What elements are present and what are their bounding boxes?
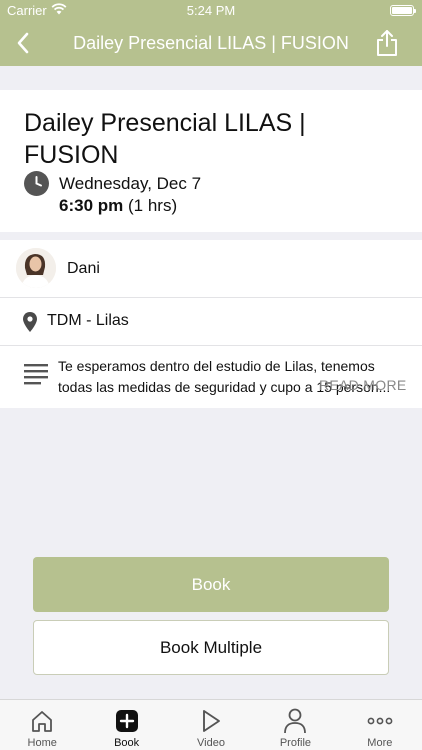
tab-book[interactable]: Book [84, 700, 168, 750]
share-button[interactable] [372, 28, 402, 58]
ellipsis-icon [366, 708, 394, 734]
text-lines-icon [24, 363, 48, 390]
back-button[interactable] [8, 28, 38, 58]
read-more-link[interactable]: READ MORE [319, 377, 407, 393]
status-bar: Carrier 5:24 PM [0, 0, 422, 20]
location-row[interactable]: TDM - Lilas [0, 298, 422, 346]
instructor-name: Dani [67, 260, 100, 277]
tab-book-label: Book [114, 737, 140, 749]
nav-title: Dailey Presencial LILAS | FUSION [73, 33, 349, 53]
tab-profile-label: Profile [279, 737, 312, 749]
tab-bar: Home Book Video Profile More [0, 699, 422, 750]
home-icon [28, 708, 56, 734]
location-pin-icon [22, 311, 38, 338]
event-date: Wednesday, Dec 7 [59, 174, 202, 193]
event-details: Dani TDM - Lilas Te esperamos dentro del… [0, 240, 422, 408]
avatar [16, 248, 56, 288]
event-title: Dailey Presencial LILAS | FUSION [24, 109, 306, 169]
chevron-left-icon [17, 32, 29, 54]
tab-profile[interactable]: Profile [253, 700, 337, 750]
tab-video-label: Video [197, 737, 225, 749]
tab-home-label: Home [27, 737, 57, 749]
book-multiple-button[interactable]: Book Multiple [33, 620, 389, 675]
person-icon [281, 708, 309, 734]
description-row: Te esperamos dentro del estudio de Lilas… [0, 346, 422, 408]
location-name: TDM - Lilas [47, 312, 129, 329]
tab-video[interactable]: Video [169, 700, 253, 750]
battery-icon [390, 5, 416, 16]
clock-icon [24, 171, 49, 196]
tab-home[interactable]: Home [0, 700, 84, 750]
nav-bar: Dailey Presencial LILAS | FUSION [0, 20, 422, 66]
event-duration: (1 hrs) [127, 196, 178, 215]
event-time-line: 6:30 pm (1 hrs) [59, 196, 177, 216]
instructor-row[interactable]: Dani [0, 240, 422, 298]
event-header: Dailey Presencial LILAS | FUSION Wednesd… [0, 90, 422, 232]
plus-square-icon [113, 708, 141, 734]
tab-more-label: More [367, 737, 393, 749]
status-time: 5:24 PM [186, 3, 236, 18]
play-icon [197, 708, 225, 734]
share-icon [377, 30, 397, 56]
book-button[interactable]: Book [33, 557, 389, 612]
tab-more[interactable]: More [338, 700, 422, 750]
event-time: 6:30 pm [59, 196, 124, 215]
